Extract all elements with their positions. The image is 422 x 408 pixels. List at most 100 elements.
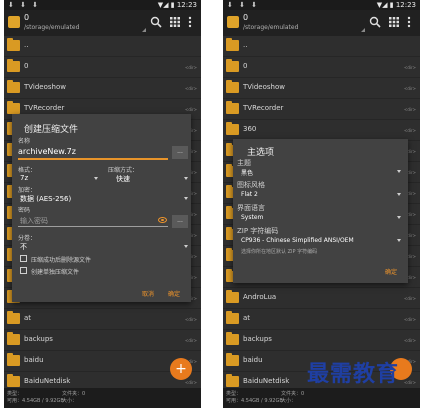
language-label: 界面语言 xyxy=(237,204,265,212)
file-list-item[interactable]: TVRecorder <dir> xyxy=(223,99,420,120)
file-list-item[interactable]: TVideoshow <dir> xyxy=(4,78,201,99)
folder-title: 0 xyxy=(24,13,30,22)
type-label: 类型： xyxy=(7,391,23,397)
method-dropdown-icon[interactable] xyxy=(184,177,188,180)
type-label: 类型： xyxy=(226,391,242,397)
path-dropdown-icon[interactable] xyxy=(142,28,146,32)
status-bar: ⬇ ⬇ ⬇ ▼◢ ▮ 12:23 xyxy=(4,0,201,10)
zip-encoding-hint: 选择你所在地区默认 ZIP 字符编码 xyxy=(241,249,318,255)
app-bar: 0 /storage/emulated xyxy=(4,10,201,36)
browse-button[interactable]: ... xyxy=(172,146,188,159)
file-type-tag: <dir> xyxy=(404,296,416,301)
encryption-select[interactable]: 数据 (AES-256) xyxy=(20,194,71,204)
file-name: .. xyxy=(243,41,248,49)
file-name: TVideoshow xyxy=(243,83,285,91)
cancel-button[interactable]: 取消 xyxy=(142,289,154,298)
language-select[interactable]: System xyxy=(241,214,263,221)
password-label: 密码 xyxy=(18,207,31,214)
file-list-item[interactable]: at <dir> xyxy=(4,309,201,330)
file-name: BaiduNetdisk xyxy=(243,377,290,385)
file-type-tag: <dir> xyxy=(404,65,416,70)
search-icon[interactable] xyxy=(369,16,381,28)
folder-icon xyxy=(7,311,20,324)
file-type-tag: <dir> xyxy=(185,380,197,385)
file-name: backups xyxy=(243,335,272,343)
ok-button[interactable]: 确定 xyxy=(168,289,180,298)
file-list-item[interactable]: TVideoshow <dir> xyxy=(223,78,420,99)
folder-icon xyxy=(226,311,239,324)
folder-up-icon[interactable] xyxy=(227,16,239,28)
archive-name-input[interactable]: archiveNew.7z xyxy=(18,147,76,156)
file-list-item[interactable]: 0 <dir> xyxy=(223,57,420,78)
icon-style-select[interactable]: Flat 2 xyxy=(241,191,258,198)
file-list-item[interactable]: AndroLua <dir> xyxy=(223,288,420,309)
file-type-tag: <dir> xyxy=(404,317,416,322)
icon-style-dropdown-icon[interactable] xyxy=(397,193,401,196)
folder-icon xyxy=(7,374,20,387)
available-label: 可用： xyxy=(226,398,242,404)
storage-bar: 类型： 可用：4.54GB / 9.92GB 文件夹：0 大小： xyxy=(4,388,201,408)
format-dropdown-icon[interactable] xyxy=(94,177,98,180)
file-name: 0 xyxy=(243,62,248,70)
free-space: 4.54GB / 9.92GB xyxy=(22,398,64,404)
available-label: 可用： xyxy=(7,398,23,404)
folder-icon xyxy=(7,59,20,72)
delete-source-checkbox[interactable] xyxy=(20,255,27,262)
password-underline xyxy=(18,226,168,227)
language-dropdown-icon[interactable] xyxy=(397,216,401,219)
file-list-item[interactable]: 360 <dir> xyxy=(223,120,420,141)
format-select[interactable]: 7z xyxy=(20,174,28,182)
file-type-tag: <dir> xyxy=(185,338,197,343)
folder-icon xyxy=(226,38,239,51)
zip-encoding-select[interactable]: CP936 - Chinese Simplified ANSI/OEM xyxy=(241,237,354,244)
file-name: AndroLua xyxy=(243,293,277,301)
folder-count: 文件夹：0 xyxy=(281,391,305,397)
file-type-tag: <dir> xyxy=(404,380,416,385)
storage-bar: 类型： 可用：4.54GB / 9.92GB 文件夹：0 大小： xyxy=(223,388,420,408)
grid-view-icon[interactable] xyxy=(170,17,180,27)
path-dropdown-icon[interactable] xyxy=(361,28,365,32)
file-list-item[interactable]: at <dir> xyxy=(223,309,420,330)
file-list-item[interactable]: 0 <dir> xyxy=(4,57,201,78)
zip-encoding-dropdown-icon[interactable] xyxy=(397,239,401,242)
file-name: at xyxy=(24,314,32,322)
encryption-dropdown-icon[interactable] xyxy=(184,197,188,200)
file-type-tag: <dir> xyxy=(404,338,416,343)
split-dropdown-icon[interactable] xyxy=(184,245,188,248)
folder-up-icon[interactable] xyxy=(8,16,20,28)
file-list-item[interactable]: .. xyxy=(4,36,201,57)
icon-style-label: 图标风格 xyxy=(237,181,265,189)
file-type-tag: <dir> xyxy=(185,86,197,91)
format-label: 格式： xyxy=(18,167,37,174)
file-list-item[interactable]: backups <dir> xyxy=(223,330,420,351)
single-archive-checkbox[interactable] xyxy=(20,267,27,274)
theme-dropdown-icon[interactable] xyxy=(397,170,401,173)
overflow-menu-icon[interactable] xyxy=(188,16,192,28)
password-more-button[interactable]: ... xyxy=(172,215,188,228)
folder-count: 文件夹：0 xyxy=(62,391,86,397)
app-bar: 0 /storage/emulated xyxy=(223,10,420,36)
grid-view-icon[interactable] xyxy=(389,17,399,27)
folder-path: /storage/emulated xyxy=(243,24,299,31)
eye-icon[interactable] xyxy=(158,217,167,223)
overflow-menu-icon[interactable] xyxy=(407,16,411,28)
folder-icon xyxy=(226,332,239,345)
file-list-item[interactable]: backups <dir> xyxy=(4,330,201,351)
file-type-tag: <dir> xyxy=(404,128,416,133)
split-select[interactable]: 不 xyxy=(20,242,27,252)
file-name: .. xyxy=(24,41,29,49)
add-fab-button[interactable]: + xyxy=(170,358,192,380)
ok-button[interactable]: 确定 xyxy=(385,267,397,276)
main-options-dialog: 主选项 主题 黑色 图标风格 Flat 2 界面语言 System ZIP 字符… xyxy=(233,139,408,283)
create-archive-dialog: 创建压缩文件 名称 archiveNew.7z ... 格式： 压缩方式： 7z… xyxy=(12,114,191,302)
method-select[interactable]: 快速 xyxy=(116,174,130,184)
folder-icon xyxy=(226,59,239,72)
search-icon[interactable] xyxy=(150,16,162,28)
folder-icon xyxy=(226,101,239,114)
name-label: 名称 xyxy=(18,138,31,145)
size-label: 大小： xyxy=(281,398,297,404)
file-list-item[interactable]: .. xyxy=(223,36,420,57)
theme-select[interactable]: 黑色 xyxy=(241,168,253,177)
password-input[interactable]: 输入密码 xyxy=(20,216,48,226)
free-space: 4.54GB / 9.92GB xyxy=(241,398,283,404)
